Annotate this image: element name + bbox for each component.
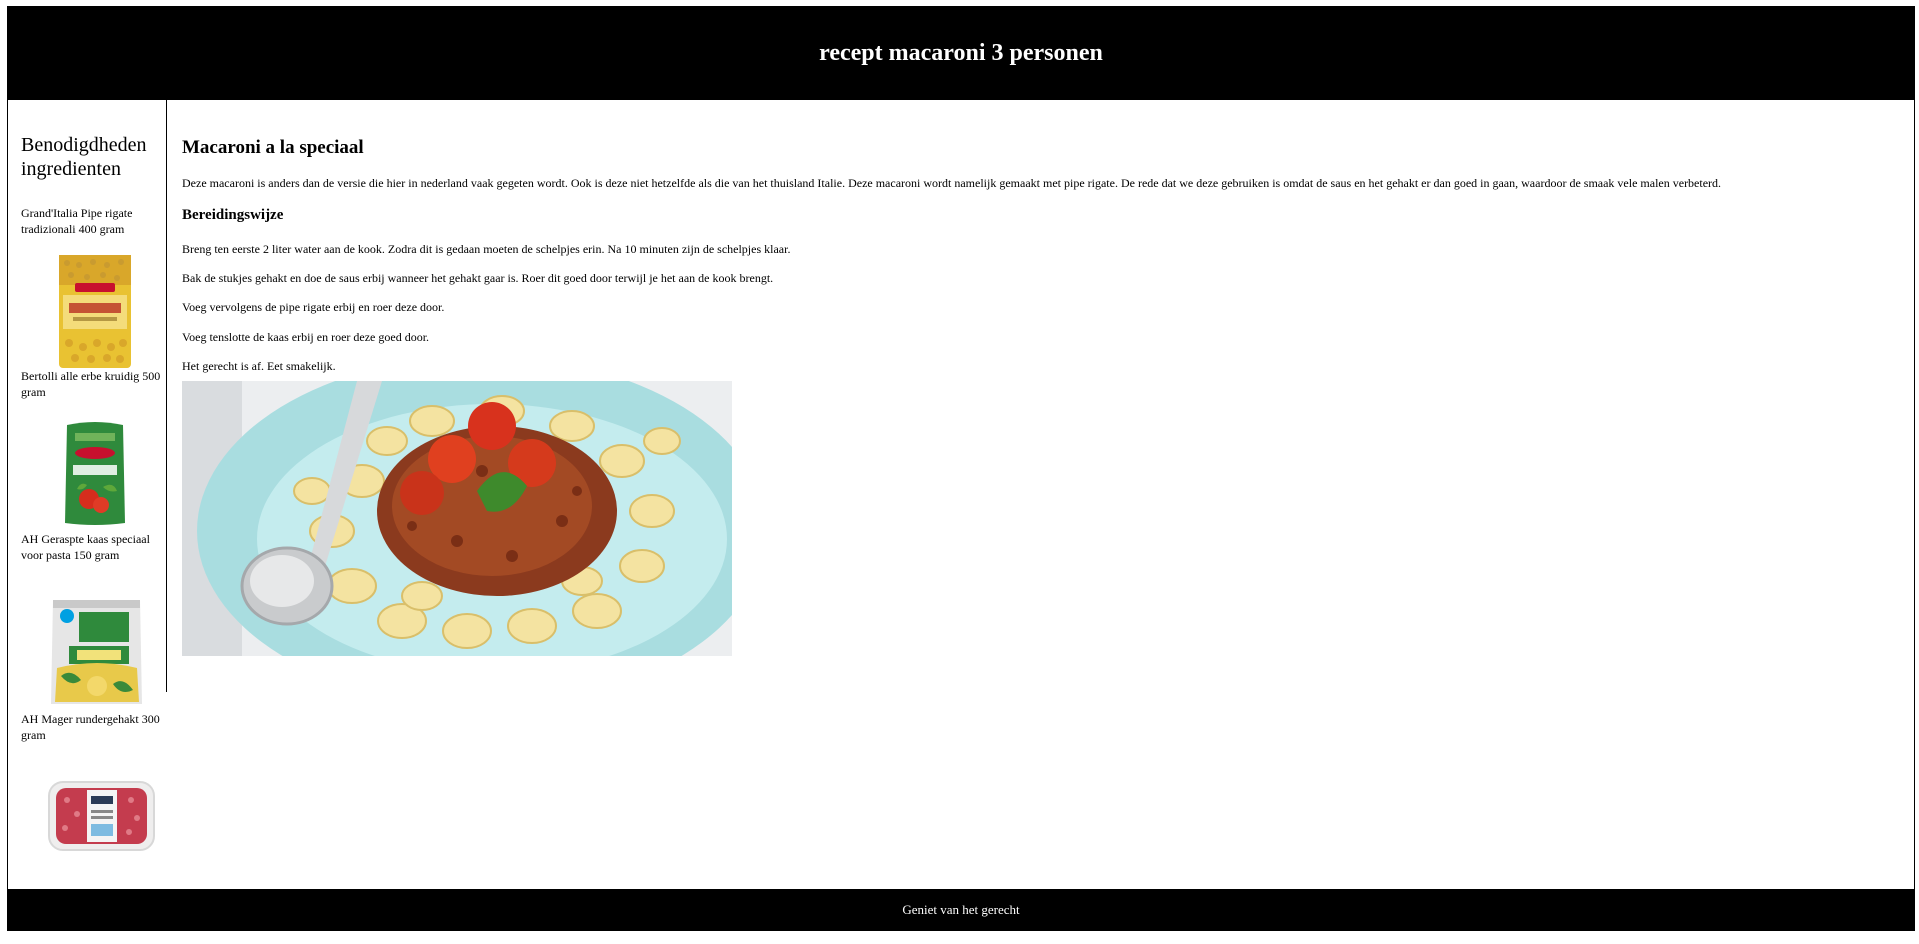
ingredient-label: AH Mager rundergehakt 300 gram <box>21 712 160 742</box>
method-step: Voeg vervolgens de pipe rigate erbij en … <box>182 300 445 314</box>
minced-beef-tray-image <box>48 781 155 851</box>
grated-cheese-bag-image <box>51 600 142 704</box>
method-step: Voeg tenslotte de kaas erbij en roer dez… <box>182 330 430 344</box>
ingredient-label: AH Geraspte kaas speciaal voor pasta 150… <box>21 532 150 562</box>
bertolli-sauce-pouch-image <box>65 422 125 525</box>
site-header: recept macaroni 3 personen <box>8 7 1914 100</box>
footer-text: Geniet van het gerecht <box>902 902 1020 917</box>
page: recept macaroni 3 personen Benodigdheden… <box>7 6 1915 931</box>
ingredients-sidebar: Benodigdheden ingredienten Grand'Italia … <box>8 100 167 851</box>
sidebar-title: Benodigdheden ingredienten <box>21 134 147 180</box>
method-step: Breng ten eerste 2 liter water aan de ko… <box>182 242 791 256</box>
method-step: Het gerecht is af. Eet smakelijk. <box>182 359 336 373</box>
recipe-intro: Deze macaroni is anders dan de versie di… <box>182 176 1722 190</box>
pasta-dish-image <box>182 381 732 656</box>
pipe-rigate-package-image <box>59 255 131 368</box>
page-title: recept macaroni 3 personen <box>819 40 1103 66</box>
method-title: Bereidingswijze <box>182 207 284 223</box>
method-step: Bak de stukjes gehakt en doe de saus erb… <box>182 271 774 285</box>
ingredient-label: Grand'Italia Pipe rigate tradizionali 40… <box>21 206 133 236</box>
recipe-title: Macaroni a la speciaal <box>182 137 364 158</box>
site-footer: Geniet van het gerecht <box>8 889 1914 931</box>
ingredient-label: Bertolli alle erbe kruidig 500 gram <box>21 369 161 399</box>
